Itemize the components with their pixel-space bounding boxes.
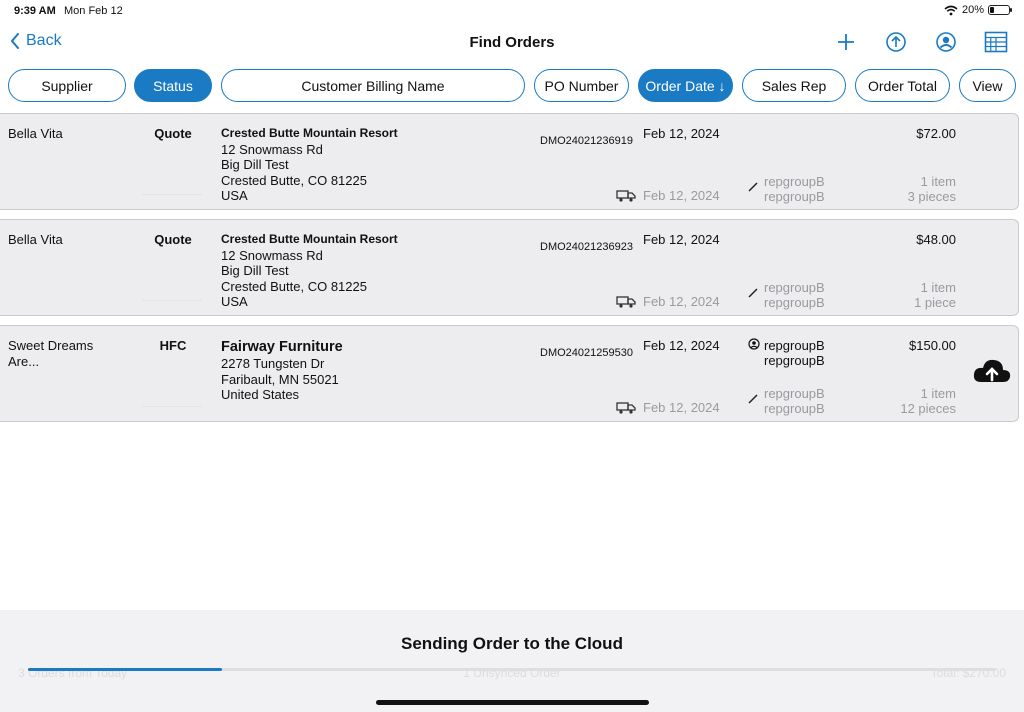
order-date: Feb 12, 2024 bbox=[643, 126, 720, 141]
order-date: Feb 12, 2024 bbox=[643, 232, 720, 247]
home-indicator[interactable] bbox=[376, 700, 649, 705]
sales-rep-secondary: repgroupB bbox=[764, 295, 825, 310]
billing-address: Crested Butte Mountain Resort 12 Snowmas… bbox=[221, 232, 398, 310]
sales-rep: repgroupB bbox=[764, 280, 825, 295]
customer-name: Crested Butte Mountain Resort bbox=[221, 126, 398, 140]
billing-address: Fairway Furniture 2278 Tungsten Dr Farib… bbox=[221, 338, 343, 403]
order-total: $48.00 bbox=[916, 232, 956, 247]
billing-address: Crested Butte Mountain Resort 12 Snowmas… bbox=[221, 126, 398, 204]
sync-panel: 3 Orders from Today 1 Unsynced Order Tot… bbox=[0, 610, 1024, 712]
user-circle-icon bbox=[748, 338, 760, 350]
order-status: HFC bbox=[159, 338, 187, 353]
piece-count: 12 pieces bbox=[900, 401, 956, 416]
order-status: Quote bbox=[154, 232, 192, 247]
order-supplier: Sweet Dreams Are... bbox=[8, 338, 94, 369]
navigation-bar: Back Find Orders bbox=[0, 22, 1024, 64]
upload-button[interactable] bbox=[884, 30, 908, 54]
item-summary: 1 item 3 pieces bbox=[908, 174, 956, 204]
order-total: $72.00 bbox=[916, 126, 956, 141]
pencil-icon bbox=[748, 394, 758, 404]
pencil-icon bbox=[748, 182, 758, 192]
piece-count: 3 pieces bbox=[907, 189, 956, 204]
item-count: 1 item bbox=[920, 174, 956, 189]
truck-icon bbox=[616, 296, 636, 308]
item-summary: 1 item 1 piece bbox=[914, 280, 956, 310]
address-line: Big Dill Test bbox=[221, 157, 289, 172]
truck-icon bbox=[616, 190, 636, 202]
sales-rep-secondary: repgroupB bbox=[764, 189, 825, 204]
po-number: DMO24021259530 bbox=[540, 347, 633, 359]
cloud-upload-icon[interactable] bbox=[972, 356, 1012, 388]
sync-progress-track bbox=[28, 668, 996, 671]
address-line: USA bbox=[221, 188, 248, 203]
address-line: Crested Butte, CO 81225 bbox=[221, 278, 367, 294]
order-row[interactable]: Sweet Dreams Are... HFC Fairway Furnitur… bbox=[0, 325, 1019, 422]
filter-status[interactable]: Status bbox=[134, 69, 212, 102]
address-line: Crested Butte, CO 81225 bbox=[221, 172, 367, 188]
order-total: $150.00 bbox=[909, 338, 956, 353]
ship-date: Feb 12, 2024 bbox=[643, 188, 720, 203]
account-button[interactable] bbox=[934, 30, 958, 54]
filter-order-date[interactable]: Order Date ↓ bbox=[638, 69, 733, 102]
sync-message: Sending Order to the Cloud bbox=[401, 634, 623, 653]
nav-actions bbox=[834, 30, 1008, 54]
address-line: USA bbox=[221, 294, 248, 309]
filter-supplier[interactable]: Supplier bbox=[8, 69, 126, 102]
owner-name: repgroupB bbox=[764, 353, 825, 368]
customer-name: Fairway Furniture bbox=[221, 339, 343, 355]
filter-sales-rep[interactable]: Sales Rep bbox=[742, 69, 846, 102]
wifi-icon bbox=[944, 5, 958, 15]
status-time: 9:39 AM bbox=[14, 5, 56, 17]
order-supplier: Bella Vita bbox=[8, 232, 63, 247]
customer-name: Crested Butte Mountain Resort bbox=[221, 232, 398, 246]
address-line: 12 Snowmass Rd bbox=[221, 247, 323, 263]
address-line: Faribault, MN 55021 bbox=[221, 371, 339, 387]
address-line: Big Dill Test bbox=[221, 263, 289, 278]
filter-po-number[interactable]: PO Number bbox=[534, 69, 629, 102]
layout-button[interactable] bbox=[984, 30, 1008, 54]
item-count: 1 item bbox=[920, 386, 956, 401]
sales-rep-secondary: repgroupB bbox=[764, 401, 825, 416]
sales-rep: repgroupB bbox=[764, 386, 825, 401]
order-row[interactable]: Bella Vita Quote Crested Butte Mountain … bbox=[0, 113, 1019, 210]
address-line: United States bbox=[221, 387, 300, 402]
owner-name: repgroupB bbox=[764, 338, 825, 353]
sync-progress-bar bbox=[28, 668, 222, 671]
address-line: 12 Snowmass Rd bbox=[221, 141, 323, 157]
order-row[interactable]: Bella Vita Quote Crested Butte Mountain … bbox=[0, 219, 1019, 316]
filter-view[interactable]: View bbox=[959, 69, 1016, 102]
order-owner: repgroupB repgroupB bbox=[748, 338, 825, 368]
pencil-icon bbox=[748, 288, 758, 298]
ship-date: Feb 12, 2024 bbox=[643, 400, 720, 415]
order-supplier: Bella Vita bbox=[8, 126, 63, 141]
truck-icon bbox=[616, 402, 636, 414]
status-right: 20% bbox=[944, 4, 1012, 16]
order-status: Quote bbox=[154, 126, 192, 141]
piece-count: 1 piece bbox=[914, 295, 956, 310]
add-order-button[interactable] bbox=[834, 30, 858, 54]
upload-icon bbox=[886, 32, 906, 52]
row-divider bbox=[142, 406, 202, 412]
sales-rep: repgroupB bbox=[764, 174, 825, 189]
user-circle-icon bbox=[936, 32, 956, 52]
row-divider bbox=[142, 300, 202, 306]
plus-icon bbox=[838, 34, 854, 50]
filter-order-total[interactable]: Order Total bbox=[855, 69, 950, 102]
po-number: DMO24021236919 bbox=[540, 135, 633, 147]
battery-percent: 20% bbox=[961, 4, 984, 16]
order-date: Feb 12, 2024 bbox=[643, 338, 720, 353]
filter-customer-billing-name[interactable]: Customer Billing Name bbox=[221, 69, 525, 102]
address-line: 2278 Tungsten Dr bbox=[221, 356, 325, 371]
item-summary: 1 item 12 pieces bbox=[900, 386, 956, 416]
status-date: Mon Feb 12 bbox=[64, 5, 123, 17]
ship-date: Feb 12, 2024 bbox=[643, 294, 720, 309]
po-number: DMO24021236923 bbox=[540, 241, 633, 253]
battery-icon bbox=[988, 5, 1012, 15]
sort-filter-bar: Supplier Status Customer Billing Name PO… bbox=[8, 69, 1018, 103]
row-divider bbox=[142, 194, 202, 200]
layout-grid-icon bbox=[984, 31, 1008, 53]
status-bar: 9:39 AM Mon Feb 12 20% bbox=[0, 0, 1024, 22]
item-count: 1 item bbox=[920, 280, 956, 295]
